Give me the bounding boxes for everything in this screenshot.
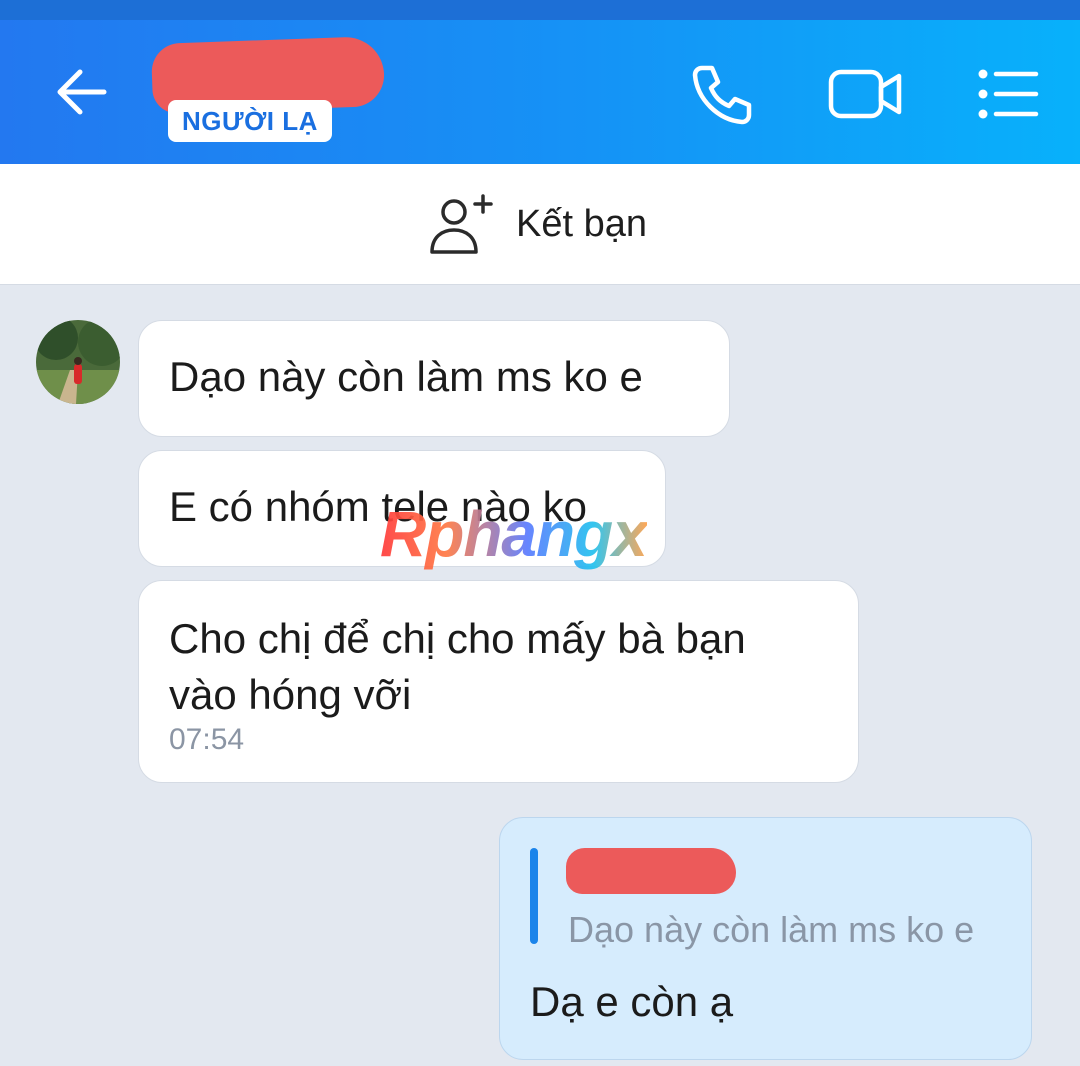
message-text: Cho chị để chị cho mấy bà bạn vào hóng v… bbox=[169, 615, 746, 718]
video-icon bbox=[828, 69, 902, 119]
add-friend-button[interactable]: Kết bạn bbox=[428, 188, 647, 260]
back-button[interactable] bbox=[48, 62, 118, 122]
call-button[interactable] bbox=[688, 60, 756, 128]
message-text: Dạo này còn làm ms ko e bbox=[169, 353, 643, 400]
add-person-icon bbox=[430, 194, 493, 254]
quoted-author-redaction bbox=[566, 848, 736, 894]
reply-message-text: Dạ e còn ạ bbox=[530, 978, 734, 1025]
phone-icon bbox=[692, 65, 752, 125]
incoming-message-bubble[interactable]: Dạo này còn làm ms ko e bbox=[138, 320, 730, 437]
back-arrow-icon bbox=[57, 69, 107, 115]
add-friend-bar: Kết bạn bbox=[0, 164, 1080, 285]
menu-button[interactable] bbox=[972, 60, 1040, 128]
message-timestamp: 07:54 bbox=[169, 723, 245, 756]
quote-indicator bbox=[530, 848, 538, 944]
add-friend-label: Kết bạn bbox=[516, 202, 647, 245]
outgoing-reply-bubble[interactable]: Dạo này còn làm ms ko e Dạ e còn ạ bbox=[499, 817, 1032, 1060]
menu-list-icon bbox=[978, 69, 1039, 119]
quoted-message-text: Dạo này còn làm ms ko e bbox=[568, 909, 975, 950]
incoming-message-bubble[interactable]: Cho chị để chị cho mấy bà bạn vào hóng v… bbox=[138, 580, 859, 783]
sender-avatar[interactable] bbox=[36, 320, 120, 404]
stranger-badge: NGƯỜI LẠ bbox=[168, 100, 332, 142]
status-bar bbox=[0, 0, 1080, 20]
watermark-logo: Rphangx bbox=[380, 498, 648, 570]
video-call-button[interactable] bbox=[826, 60, 906, 128]
avatar-photo bbox=[36, 320, 120, 404]
chat-header: NGƯỜI LẠ bbox=[0, 20, 1080, 164]
